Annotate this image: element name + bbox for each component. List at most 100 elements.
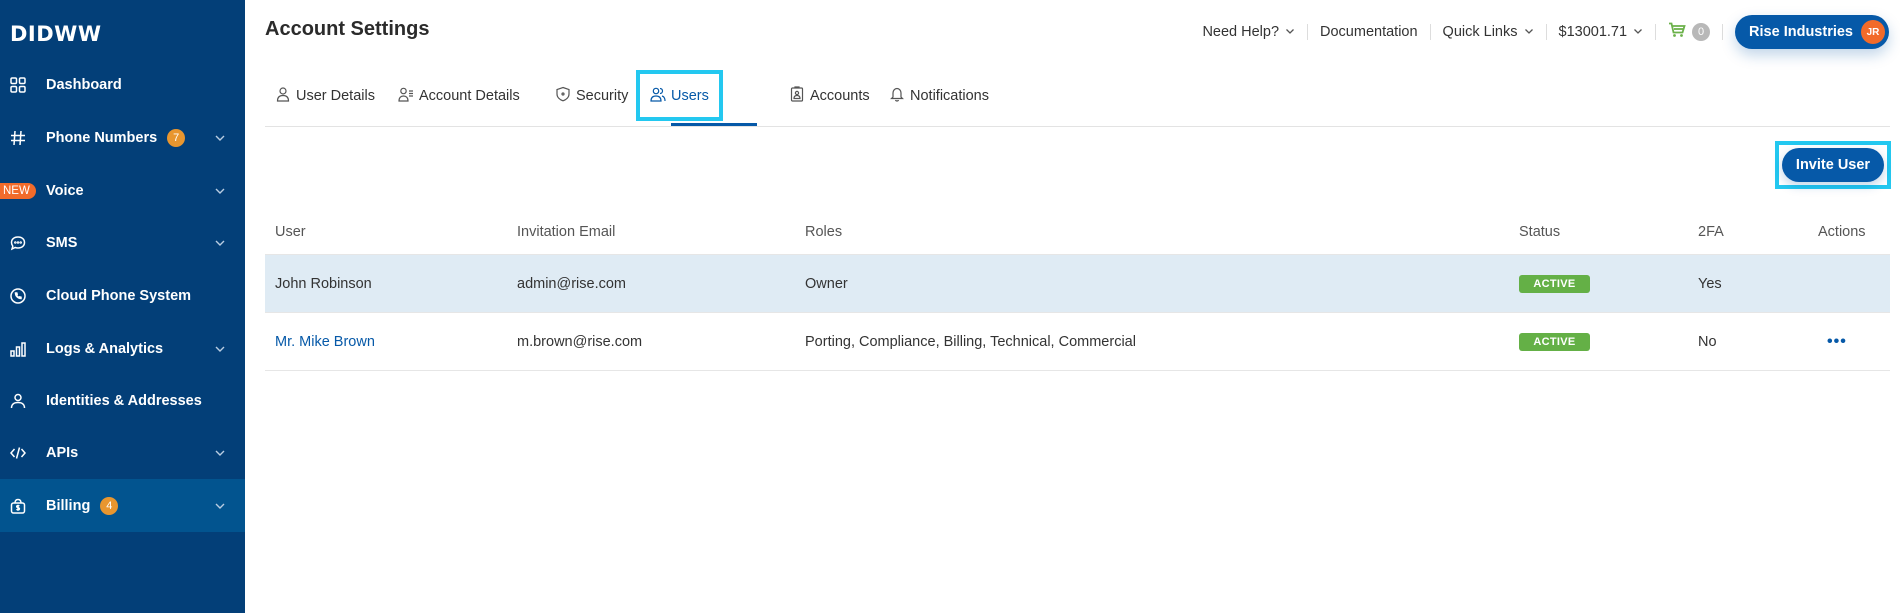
tab-security[interactable]: Security (555, 72, 628, 119)
sidebar-item-label: Phone Numbers (46, 129, 158, 146)
phone-circle-icon (9, 287, 27, 305)
tab-notifications[interactable]: Notifications (889, 72, 989, 119)
chevron-down-icon (213, 342, 227, 356)
column-header-user[interactable]: User (275, 224, 306, 240)
account-menu-button[interactable]: Rise Industries JR (1735, 15, 1889, 49)
divider (1722, 24, 1724, 40)
tab-user-details[interactable]: User Details (275, 72, 375, 119)
user-icon (275, 86, 296, 106)
sidebar-item-label: APIs (46, 444, 79, 461)
balance-value: $13001.71 (1558, 24, 1628, 40)
invite-user-highlight: Invite User (1775, 141, 1891, 189)
sidebar-item-label: Dashboard (46, 76, 122, 93)
sidebar: DIDWW Dashboard Phone Numbers 7 NEW Voice… (0, 0, 245, 613)
table-header: User Invitation Email Roles Status 2FA A… (265, 210, 1890, 255)
sidebar-item-apis[interactable]: APIs (0, 426, 245, 479)
column-header-status[interactable]: Status (1519, 224, 1560, 240)
table-row[interactable]: John Robinson admin@rise.com Owner ACTIV… (265, 255, 1890, 313)
tab-label: Accounts (810, 87, 870, 104)
quick-links-label: Quick Links (1442, 24, 1518, 40)
need-help-label: Need Help? (1202, 24, 1280, 40)
tab-label: Users (671, 87, 709, 104)
cart-icon (1668, 22, 1686, 42)
user-name: John Robinson (275, 275, 372, 292)
tab-users[interactable]: Users (636, 70, 723, 121)
sidebar-item-logs-analytics[interactable]: Logs & Analytics (0, 322, 245, 375)
sidebar-item-cloud-phone-system[interactable]: Cloud Phone System (0, 269, 245, 322)
cart-count-badge: 0 (1692, 23, 1711, 41)
count-badge: 7 (167, 128, 186, 147)
user-2fa: Yes (1698, 275, 1722, 292)
column-header-roles[interactable]: Roles (805, 224, 842, 240)
user-list-icon (398, 86, 419, 106)
table-row[interactable]: Mr. Mike Brown m.brown@rise.com Porting,… (265, 313, 1890, 371)
sidebar-item-sms[interactable]: SMS (0, 216, 245, 269)
column-header-actions: Actions (1818, 224, 1866, 240)
page-title: Account Settings (265, 18, 430, 40)
person-icon (9, 392, 27, 410)
account-name: Rise Industries (1749, 24, 1853, 40)
badge-icon (789, 85, 810, 106)
user-name-link[interactable]: Mr. Mike Brown (275, 334, 375, 350)
chevron-down-icon (213, 499, 227, 513)
need-help-dropdown[interactable]: Need Help? (1190, 24, 1307, 40)
more-actions-icon[interactable]: ••• (1827, 333, 1847, 351)
user-email: admin@rise.com (517, 275, 626, 292)
users-icon (650, 86, 671, 106)
top-bar: Need Help? Documentation Quick Links $13… (1190, 15, 1889, 49)
cart-button[interactable]: 0 (1656, 22, 1722, 42)
chevron-down-icon (213, 131, 227, 145)
balance-dropdown[interactable]: $13001.71 (1547, 24, 1656, 40)
chevron-down-icon (213, 184, 227, 198)
sidebar-item-label: Billing (46, 497, 91, 514)
sidebar-item-identities-addresses[interactable]: Identities & Addresses (0, 374, 245, 427)
active-tab-indicator (671, 123, 757, 126)
chevron-down-icon (213, 236, 227, 250)
quick-links-dropdown[interactable]: Quick Links (1431, 24, 1546, 40)
tab-label: User Details (296, 87, 375, 104)
sidebar-item-billing[interactable]: Billing 4 (0, 479, 245, 532)
bar-chart-icon (9, 340, 27, 358)
user-email: m.brown@rise.com (517, 333, 643, 350)
tab-label: Security (576, 87, 629, 104)
main-content: Account Settings Need Help? Documentatio… (245, 0, 1900, 613)
tab-account-details[interactable]: Account Details (398, 72, 520, 119)
sidebar-item-dashboard[interactable]: Dashboard (0, 58, 245, 111)
column-header-email[interactable]: Invitation Email (517, 224, 615, 240)
money-bag-icon (9, 497, 27, 515)
avatar: JR (1861, 20, 1885, 44)
chevron-down-icon (1518, 24, 1534, 40)
user-roles: Porting, Compliance, Billing, Technical,… (805, 333, 1136, 350)
tab-label: Account Details (419, 87, 520, 104)
sidebar-item-label: Voice (46, 182, 84, 199)
bell-icon (889, 86, 910, 106)
invite-user-button[interactable]: Invite User (1782, 148, 1884, 182)
settings-tabs: User Details Account Details Security Us… (265, 70, 1890, 127)
logo[interactable]: DIDWW (10, 22, 102, 46)
chat-icon (9, 234, 27, 252)
hash-icon (9, 129, 27, 147)
user-2fa: No (1698, 333, 1717, 350)
user-roles: Owner (805, 275, 848, 292)
sidebar-item-label: Cloud Phone System (46, 287, 192, 304)
documentation-link[interactable]: Documentation (1308, 24, 1430, 40)
status-badge: ACTIVE (1519, 332, 1590, 351)
count-badge: 4 (100, 496, 119, 515)
sidebar-item-label: SMS (46, 234, 78, 251)
grid-icon (9, 76, 27, 94)
code-icon (9, 444, 27, 462)
chevron-down-icon (1627, 24, 1643, 40)
status-badge: ACTIVE (1519, 274, 1590, 293)
new-badge: NEW (0, 182, 36, 199)
tab-accounts[interactable]: Accounts (789, 72, 870, 119)
chevron-down-icon (213, 446, 227, 460)
sidebar-item-label: Identities & Addresses (46, 392, 202, 409)
column-header-2fa[interactable]: 2FA (1698, 224, 1724, 240)
chevron-down-icon (1279, 24, 1295, 40)
sidebar-item-phone-numbers[interactable]: Phone Numbers 7 (0, 111, 245, 164)
users-table: User Invitation Email Roles Status 2FA A… (265, 210, 1890, 371)
tab-label: Notifications (910, 87, 989, 104)
sidebar-item-label: Logs & Analytics (46, 340, 164, 357)
sidebar-item-voice[interactable]: NEW Voice (0, 164, 245, 217)
shield-icon (555, 86, 576, 106)
